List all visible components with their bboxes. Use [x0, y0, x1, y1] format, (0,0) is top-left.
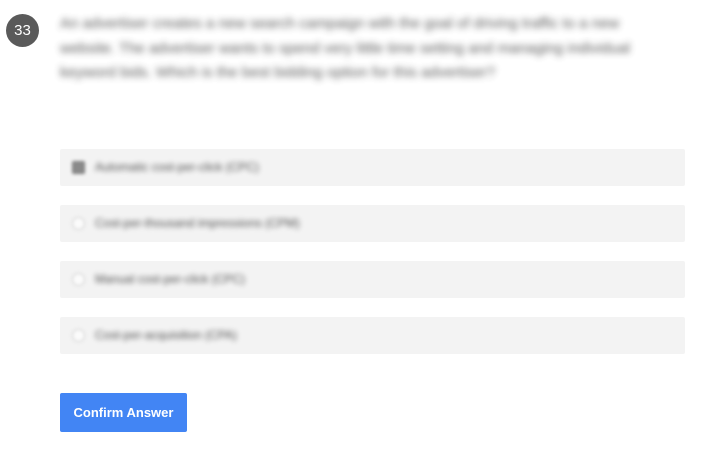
answer-option-label: Cost-per-thousand impressions (CPM) — [95, 216, 300, 230]
radio-selected-icon[interactable] — [72, 161, 85, 174]
radio-unselected-icon[interactable] — [72, 329, 85, 342]
question-number-badge: 33 — [6, 14, 39, 47]
answer-option-label: Automatic cost-per-click (CPC) — [95, 160, 260, 174]
radio-unselected-icon[interactable] — [72, 217, 85, 230]
answer-option-label: Cost-per-acquisition (CPA) — [95, 328, 237, 342]
answer-option[interactable]: Automatic cost-per-click (CPC) — [60, 149, 685, 186]
answer-option[interactable]: Manual cost-per-click (CPC) — [60, 261, 685, 298]
quiz-question-page: 33 An advertiser creates a new search ca… — [0, 0, 713, 455]
confirm-answer-button[interactable]: Confirm Answer — [60, 393, 187, 432]
question-text: An advertiser creates a new search campa… — [60, 15, 631, 81]
answer-option[interactable]: Cost-per-thousand impressions (CPM) — [60, 205, 685, 242]
answer-options-list: Automatic cost-per-click (CPC) Cost-per-… — [60, 149, 685, 373]
radio-unselected-icon[interactable] — [72, 273, 85, 286]
answer-option-label: Manual cost-per-click (CPC) — [95, 272, 246, 286]
answer-option[interactable]: Cost-per-acquisition (CPA) — [60, 317, 685, 354]
